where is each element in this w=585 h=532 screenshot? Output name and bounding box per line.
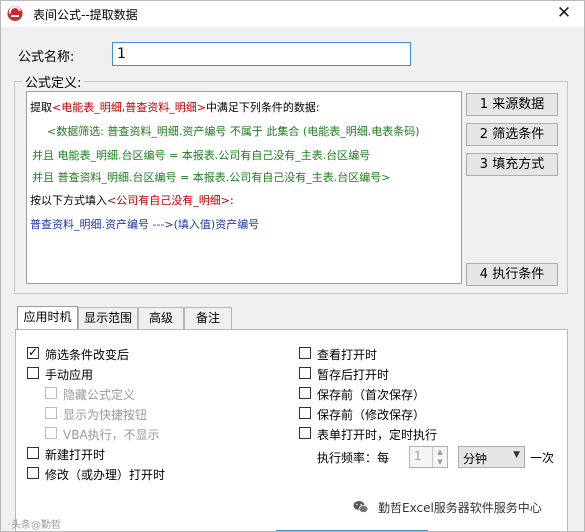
formula-definition-label: 公式定义: [22, 72, 85, 91]
checkbox-before-edit-save[interactable] [299, 407, 311, 419]
option-timed-execute-label: 表单打开时，定时执行 [317, 428, 438, 442]
checkbox-vba-execute[interactable] [45, 427, 57, 439]
wechat-icon [353, 501, 369, 513]
tab-advanced[interactable]: 高级 [138, 307, 184, 329]
option-after-save-draft-label: 暂存后打开时 [317, 368, 390, 382]
checkbox-view-open[interactable] [299, 347, 311, 359]
formula-name-label: 公式名称: [18, 50, 75, 65]
stepper-up-icon[interactable]: ▲ [432, 447, 447, 457]
dialog-window: 表间公式--提取数据 ✕ 公式名称: 1 公式定义: 提取<电能表_明细,普查资… [0, 0, 585, 532]
fill-method-button[interactable]: 3 填充方式 [466, 153, 558, 176]
frequency-unit-value: 分钟 [463, 452, 488, 466]
title-bar: 表间公式--提取数据 ✕ [1, 1, 584, 27]
formula-display[interactable]: 提取<电能表_明细,普查资料_明细>中满足下列条件的数据: <数据筛选: 普查资… [26, 91, 462, 284]
formula-source-tables: <电能表_明细,普查资料_明细> [52, 101, 206, 114]
option-shortcut-button-label: 显示为快捷按钮 [63, 408, 148, 422]
checkbox-before-first-save[interactable] [299, 387, 311, 399]
option-view-open-label: 查看打开时 [317, 348, 378, 362]
formula-line-1-suffix: 中满足下列条件的数据: [205, 101, 320, 114]
close-icon[interactable]: ✕ [553, 3, 575, 23]
formula-and-line-1: 并且 电能表_明细.台区编号 = 本报表.公司有自己没有_主表.台区编号 [32, 149, 371, 162]
frequency-label: 执行频率：每 [317, 451, 390, 465]
filter-condition-button[interactable]: 2 筛选条件 [466, 123, 558, 146]
checkbox-edit-open[interactable] [27, 467, 39, 479]
execute-condition-button[interactable]: 4 执行条件 [466, 263, 558, 286]
option-hide-definition-label: 隐藏公式定义 [63, 388, 136, 402]
formula-mapping-line: 普查资料_明细.资产编号 --->(填入值)资产编号 [30, 218, 260, 231]
tab-apply-timing[interactable]: 应用时机 [17, 306, 78, 329]
excel-server-logo-icon [7, 6, 23, 21]
formula-line-1-prefix: 提取 [30, 101, 52, 114]
checkbox-manual-apply[interactable] [27, 367, 39, 379]
option-filter-changed-label: 筛选条件改变后 [45, 348, 130, 362]
formula-target-table: <公司有自己没有_明细> [107, 194, 230, 207]
option-manual-apply-label: 手动应用 [45, 368, 94, 382]
tab-bar: 应用时机 显示范围 高级 备注 [15, 306, 568, 329]
checkbox-new-open[interactable] [27, 447, 39, 459]
stepper-down-icon[interactable]: ▼ [432, 457, 447, 467]
checkbox-shortcut-button[interactable] [45, 407, 57, 419]
option-before-first-save-label: 保存前（首次保存） [317, 388, 426, 402]
checkbox-after-save-draft[interactable] [299, 367, 311, 379]
checkbox-timed-execute[interactable] [299, 427, 311, 439]
tab-display-scope[interactable]: 显示范围 [78, 307, 138, 329]
chevron-down-icon: ▼ [513, 450, 520, 460]
checkbox-filter-changed[interactable] [27, 345, 39, 359]
formula-and-line-2: 并且 普查资料_明细.台区编号 = 本报表.公司有自己没有_主表.台区编号> [32, 171, 391, 184]
option-new-open-label: 新建打开时 [45, 448, 106, 462]
source-data-button[interactable]: 1 来源数据 [466, 93, 558, 116]
formula-fill-line: 按以下方式填入<公司有自己没有_明细>: [30, 192, 234, 208]
tab-remarks[interactable]: 备注 [184, 307, 232, 329]
formula-fill-suffix: : [229, 194, 234, 207]
window-title: 表间公式--提取数据 [33, 8, 138, 22]
frequency-stepper[interactable]: 1 ▲ ▼ [409, 446, 448, 468]
blurred-watermark: 头条@勤哲 [11, 520, 61, 531]
checkbox-hide-definition[interactable] [45, 387, 57, 399]
formula-fill-prefix: 按以下方式填入 [30, 194, 107, 207]
option-edit-open-label: 修改（或办理）打开时 [45, 468, 166, 482]
frequency-unit-select[interactable]: 分钟 ▼ [458, 446, 525, 468]
frequency-value: 1 [414, 449, 422, 463]
formula-filter-line: <数据筛选: 普查资料_明细.资产编号 不属于 此集合 (电能表_明细.电表条码… [47, 125, 420, 138]
formula-line-1: 提取<电能表_明细,普查资料_明细>中满足下列条件的数据: [30, 99, 320, 115]
formula-name-input[interactable]: 1 [112, 42, 411, 66]
watermark-text: 勤哲Excel服务器软件服务中心 [378, 501, 542, 515]
option-vba-execute-label: VBA执行，不显示 [63, 428, 160, 442]
frequency-suffix: 一次 [530, 451, 555, 465]
option-before-edit-save-label: 保存前（修改保存） [317, 408, 426, 422]
